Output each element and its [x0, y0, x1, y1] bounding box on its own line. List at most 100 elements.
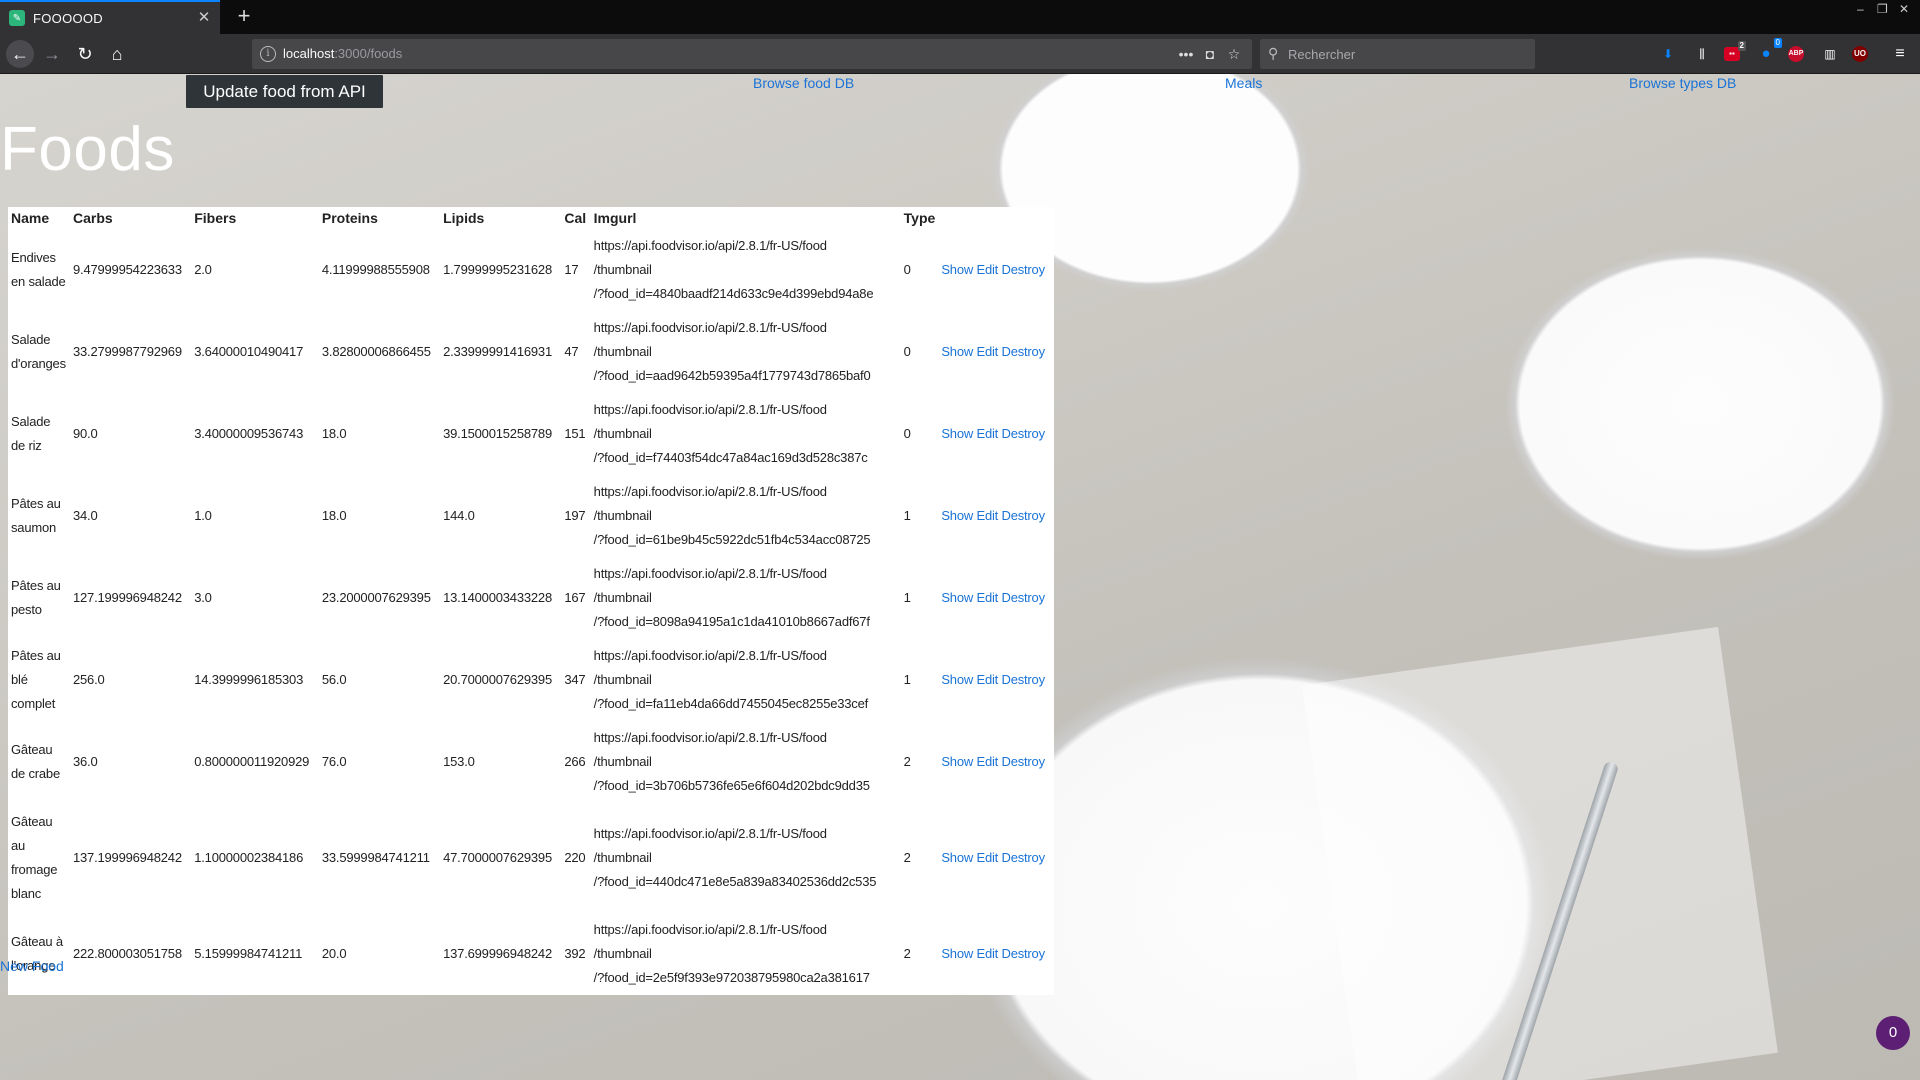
adblock-icon[interactable]: ABP	[1788, 46, 1804, 62]
menu-hamburger-icon[interactable]: ≡	[1890, 44, 1910, 64]
cell-name: Pâtes au blé complet	[11, 648, 61, 712]
restore-window-icon[interactable]: ❐	[1877, 2, 1888, 16]
imgurl-line: /?food_id=4840baadf214d633c9e4d399ebd94a…	[593, 286, 874, 302]
table-row: Pâtes au blé complet 256.0 14.399999618530…	[8, 639, 1054, 721]
reload-icon[interactable]: ↻	[71, 40, 99, 68]
edit-link[interactable]: Edit	[976, 426, 998, 441]
browser-tab[interactable]: ✎ FOOOOOD ✕	[0, 0, 220, 34]
destroy-link[interactable]: Destroy	[1002, 850, 1046, 865]
cell-actions: Show Edit Destroy	[938, 557, 1054, 639]
extension-blue-icon[interactable]: ● 0	[1756, 38, 1782, 64]
ublock-icon[interactable]: UO	[1852, 46, 1868, 62]
destroy-link[interactable]: Destroy	[1002, 946, 1046, 961]
imgurl-line: /thumbnail	[593, 754, 652, 770]
close-window-icon[interactable]: ✕	[1899, 2, 1909, 16]
header-fibers: Fibers	[194, 210, 237, 226]
bookmark-star-icon[interactable]: ☆	[1224, 44, 1244, 64]
sidebar-icon[interactable]: ▥	[1820, 44, 1840, 64]
cell-actions: Show Edit Destroy	[938, 721, 1054, 803]
floating-counter-button[interactable]: 0	[1876, 1016, 1910, 1050]
home-icon[interactable]: ⌂	[103, 40, 131, 68]
cell-proteins: 3.82800006866455	[321, 344, 431, 360]
cell-carbs: 256.0	[73, 672, 105, 688]
edit-link[interactable]: Edit	[976, 508, 998, 523]
minimize-window-icon[interactable]: –	[1857, 2, 1864, 16]
edit-link[interactable]: Edit	[976, 850, 998, 865]
browse-food-db-link[interactable]: Browse food DB	[753, 75, 854, 91]
destroy-link[interactable]: Destroy	[1002, 754, 1046, 769]
cell-name: Gâteau au fromage blanc	[11, 814, 58, 902]
cell-imgurl: https://api.foodvisor.io/api/2.8.1/fr-US…	[591, 229, 901, 311]
imgurl-line: https://api.foodvisor.io/api/2.8.1/fr-US…	[593, 566, 827, 582]
search-bar[interactable]: ⚲	[1260, 39, 1535, 69]
extension-red-icon[interactable]: ▪▪ 2	[1724, 41, 1746, 61]
cell-actions: Show Edit Destroy	[938, 393, 1054, 475]
imgurl-line: /?food_id=3b706b5736fe65e6f604d202bdc9dd…	[593, 778, 870, 794]
cell-imgurl: https://api.foodvisor.io/api/2.8.1/fr-US…	[591, 639, 901, 721]
show-link[interactable]: Show	[941, 946, 973, 961]
url-text[interactable]: localhost:3000/foods	[283, 46, 402, 61]
cell-actions: Show Edit Destroy	[938, 311, 1054, 393]
destroy-link[interactable]: Destroy	[1002, 262, 1046, 277]
edit-link[interactable]: Edit	[976, 754, 998, 769]
cell-lipids: 47.7000007629395	[443, 850, 552, 866]
search-input[interactable]	[1288, 45, 1518, 63]
edit-link[interactable]: Edit	[976, 344, 998, 359]
imgurl-line: /thumbnail	[593, 508, 652, 524]
destroy-link[interactable]: Destroy	[1002, 508, 1046, 523]
cell-carbs: 34.0	[73, 508, 98, 524]
destroy-link[interactable]: Destroy	[1002, 426, 1046, 441]
imgurl-line: /thumbnail	[593, 672, 652, 688]
cell-cal: 151	[564, 426, 586, 442]
show-link[interactable]: Show	[941, 344, 973, 359]
destroy-link[interactable]: Destroy	[1002, 590, 1046, 605]
cell-name: Salade de riz	[11, 414, 51, 454]
new-food-link[interactable]: New Food	[0, 958, 64, 974]
cell-imgurl: https://api.foodvisor.io/api/2.8.1/fr-US…	[591, 721, 901, 803]
imgurl-line: https://api.foodvisor.io/api/2.8.1/fr-US…	[593, 826, 827, 842]
table-row: Salade d'oranges 33.2799987792969 3.640000…	[8, 311, 1054, 393]
library-icon[interactable]: ⫼	[1692, 44, 1712, 64]
cell-type: 1	[903, 672, 911, 688]
update-food-button[interactable]: Update food from API	[186, 75, 383, 108]
header-type: Type	[903, 210, 936, 226]
site-info-icon[interactable]: i	[260, 46, 276, 62]
table-row: Gâteau à l'orange 222.800003051758 5.15999…	[8, 913, 1054, 995]
table-row: Pâtes au saumon 34.0 1.0 18.0 144.0 197 https:…	[8, 475, 1054, 557]
edit-link[interactable]: Edit	[976, 590, 998, 605]
show-link[interactable]: Show	[941, 426, 973, 441]
table-row: Gâteau au fromage blanc 137.199996948242 1…	[8, 803, 1054, 912]
destroy-link[interactable]: Destroy	[1002, 672, 1046, 687]
fork-image	[1494, 760, 1620, 1080]
show-link[interactable]: Show	[941, 850, 973, 865]
pocket-icon[interactable]: ◘	[1200, 44, 1220, 64]
header-proteins: Proteins	[321, 210, 378, 226]
cell-proteins: 4.11999988555908	[321, 262, 430, 278]
close-tab-icon[interactable]: ✕	[196, 10, 212, 26]
show-link[interactable]: Show	[941, 262, 973, 277]
cell-imgurl: https://api.foodvisor.io/api/2.8.1/fr-US…	[591, 393, 901, 475]
table-header-row: Name Carbs Fibers Proteins Lipids Cal Im…	[8, 207, 1054, 229]
forward-arrow-icon[interactable]: →	[38, 40, 66, 68]
edit-link[interactable]: Edit	[976, 262, 998, 277]
page-title: Foods	[0, 115, 175, 184]
cell-lipids: 1.79999995231628	[443, 262, 552, 278]
header-imgurl: Imgurl	[593, 210, 637, 226]
show-link[interactable]: Show	[941, 754, 973, 769]
downloads-icon[interactable]: ⬇	[1658, 44, 1678, 64]
page-actions-icon[interactable]: •••	[1176, 44, 1196, 64]
url-bar[interactable]: i localhost:3000/foods ••• ◘ ☆	[252, 39, 1252, 69]
cell-proteins: 76.0	[321, 754, 347, 770]
new-tab-icon[interactable]: +	[232, 5, 256, 29]
show-link[interactable]: Show	[941, 590, 973, 605]
browse-types-db-link[interactable]: Browse types DB	[1629, 75, 1736, 91]
cell-fibers: 3.64000010490417	[194, 344, 304, 360]
show-link[interactable]: Show	[941, 508, 973, 523]
destroy-link[interactable]: Destroy	[1002, 344, 1046, 359]
back-arrow-icon[interactable]: ←	[6, 40, 34, 68]
cell-fibers: 3.40000009536743	[194, 426, 304, 442]
edit-link[interactable]: Edit	[976, 946, 998, 961]
meals-link[interactable]: Meals	[1225, 75, 1262, 91]
edit-link[interactable]: Edit	[976, 672, 998, 687]
show-link[interactable]: Show	[941, 672, 973, 687]
